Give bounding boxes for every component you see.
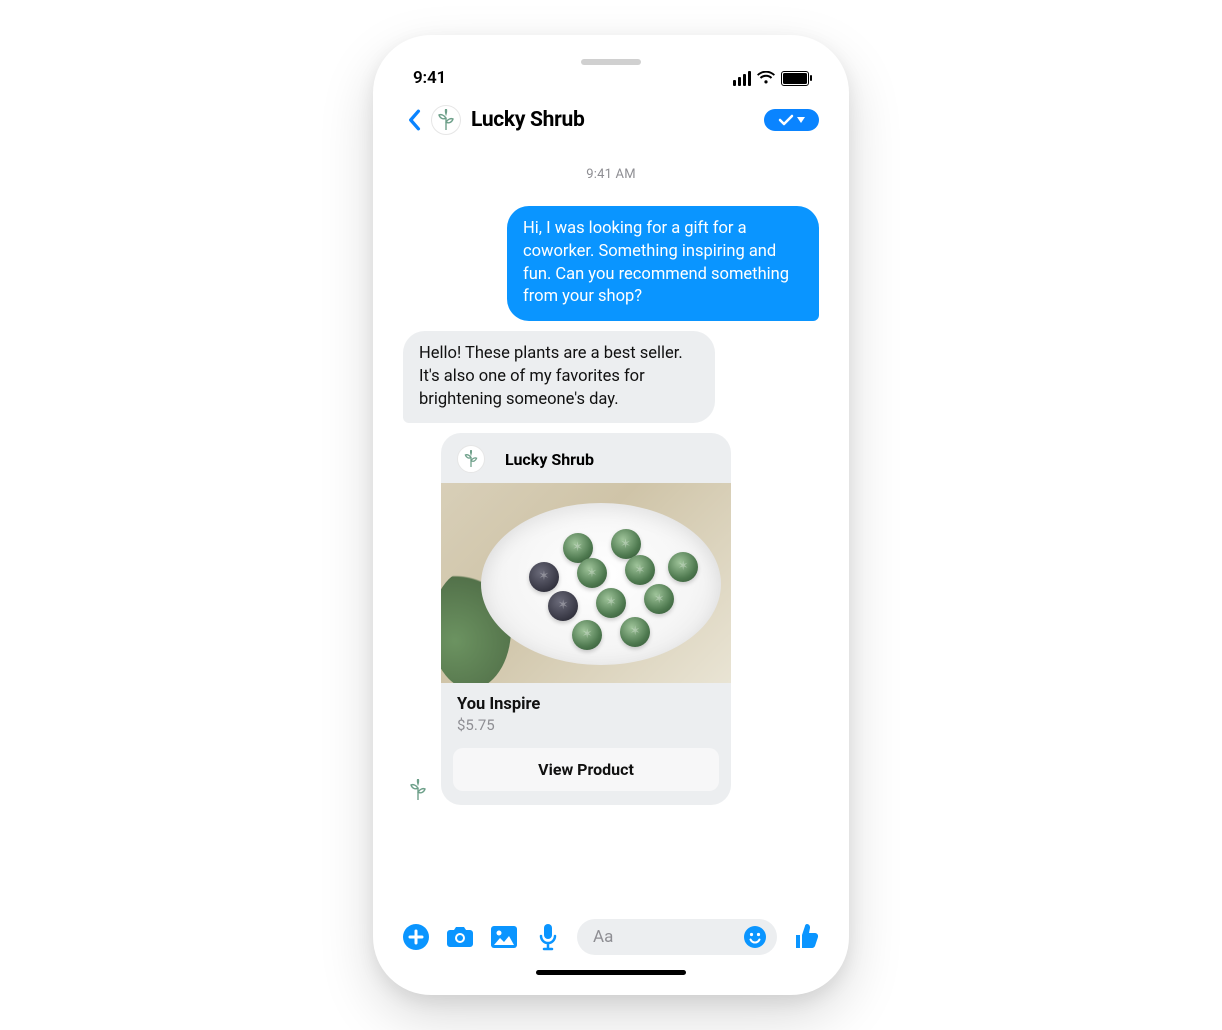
product-card-meta: You Inspire $5.75	[441, 683, 731, 740]
checkmark-icon	[778, 114, 794, 126]
phone-frame: 9:41 Lucky Shrub	[373, 35, 849, 995]
chevron-left-icon	[406, 109, 422, 131]
cellular-signal-icon	[733, 71, 751, 86]
message-row-bot: Hello! These plants are a best seller. I…	[403, 331, 819, 423]
back-button[interactable]	[399, 109, 429, 131]
user-message-bubble[interactable]: Hi, I was looking for a gift for a cowor…	[507, 206, 819, 321]
caret-down-icon	[797, 117, 805, 123]
status-time: 9:41	[413, 68, 446, 88]
message-thread[interactable]: 9:41 AM Hi, I was looking for a gift for…	[385, 143, 837, 805]
thumbs-up-icon	[792, 923, 820, 951]
plant-logo-icon	[436, 109, 456, 131]
mark-done-button[interactable]	[764, 109, 819, 131]
product-card-row: Lucky Shrub	[403, 433, 819, 805]
thread-timestamp: 9:41 AM	[403, 167, 819, 182]
bot-message-bubble[interactable]: Hello! These plants are a best seller. I…	[403, 331, 715, 423]
microphone-icon	[538, 923, 558, 951]
smiley-icon	[743, 925, 767, 949]
phone-notch	[511, 47, 711, 77]
gallery-button[interactable]	[489, 922, 519, 952]
product-card-header: Lucky Shrub	[441, 433, 731, 483]
chat-title: Lucky Shrub	[471, 108, 764, 132]
battery-icon	[781, 71, 809, 86]
product-card-sender: Lucky Shrub	[505, 450, 594, 469]
home-indicator[interactable]	[536, 970, 686, 975]
plant-logo-icon	[463, 450, 479, 468]
product-image[interactable]	[441, 483, 731, 683]
wifi-icon	[757, 71, 775, 85]
sender-mini-avatar[interactable]	[403, 775, 433, 805]
chat-header: Lucky Shrub	[385, 95, 837, 143]
like-button[interactable]	[791, 922, 821, 952]
camera-icon	[446, 925, 474, 949]
product-title: You Inspire	[457, 695, 715, 714]
chat-avatar[interactable]	[431, 105, 461, 135]
image-icon	[490, 925, 518, 949]
message-row-user: Hi, I was looking for a gift for a cowor…	[403, 206, 819, 321]
product-card[interactable]: Lucky Shrub	[441, 433, 731, 805]
plant-logo-icon	[408, 779, 428, 801]
voice-button[interactable]	[533, 922, 563, 952]
message-input-placeholder: Aa	[593, 927, 743, 947]
view-product-button[interactable]: View Product	[453, 748, 719, 791]
message-input[interactable]: Aa	[577, 919, 777, 955]
camera-button[interactable]	[445, 922, 475, 952]
emoji-button[interactable]	[743, 922, 767, 952]
add-button[interactable]	[401, 922, 431, 952]
plus-circle-icon	[402, 923, 430, 951]
product-card-avatar	[457, 445, 485, 473]
product-price: $5.75	[457, 716, 715, 734]
message-composer: Aa	[385, 909, 837, 955]
